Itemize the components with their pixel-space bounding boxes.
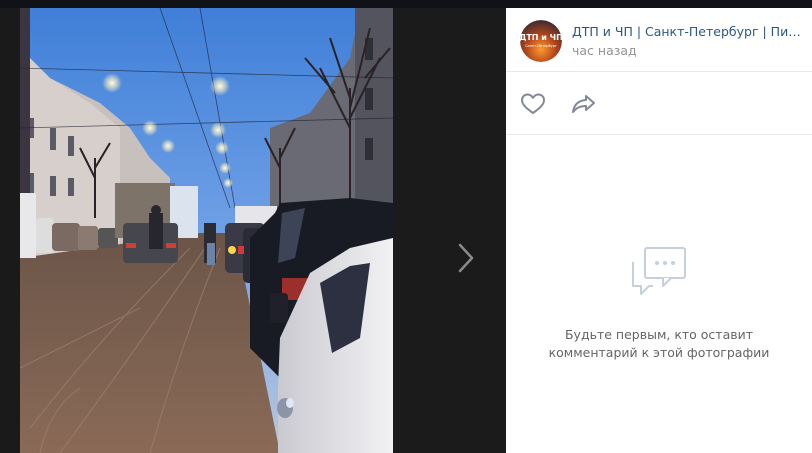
photo-viewer [0, 8, 506, 453]
info-panel: ДТП и ЧП Санкт-Петербург ДТП и ЧП | Санк… [506, 8, 812, 453]
post-time: час назад [572, 43, 637, 58]
empty-comments-line2: комментарий к этой фотографии [548, 345, 770, 360]
group-avatar[interactable]: ДТП и ЧП Санкт-Петербург [520, 20, 562, 62]
like-button[interactable] [520, 92, 548, 116]
avatar-text-line2: Санкт-Петербург [525, 44, 557, 48]
empty-comments-line1: Будьте первым, кто оставит [564, 327, 754, 342]
next-photo-button[interactable] [450, 234, 482, 282]
post-header: ДТП и ЧП Санкт-Петербург ДТП и ЧП | Санк… [506, 8, 812, 72]
viewer-edge [0, 8, 20, 453]
empty-comments: Будьте первым, кто оставит комментарий к… [506, 244, 812, 362]
heart-icon [521, 93, 545, 114]
street-photo [20, 8, 393, 453]
group-name-link[interactable]: ДТП и ЧП | Санкт-Петербург | Питер онлай… [572, 24, 802, 39]
top-bar [0, 0, 812, 8]
empty-comments-text: Будьте первым, кто оставит комментарий к… [506, 326, 812, 362]
share-button[interactable] [570, 92, 600, 116]
chevron-right-icon [458, 243, 474, 273]
avatar-text-line1: ДТП и ЧП [520, 33, 562, 42]
post-actions [506, 72, 812, 135]
share-arrow-icon [572, 95, 595, 113]
chat-bubbles-icon [632, 247, 686, 295]
photo[interactable] [20, 8, 393, 453]
